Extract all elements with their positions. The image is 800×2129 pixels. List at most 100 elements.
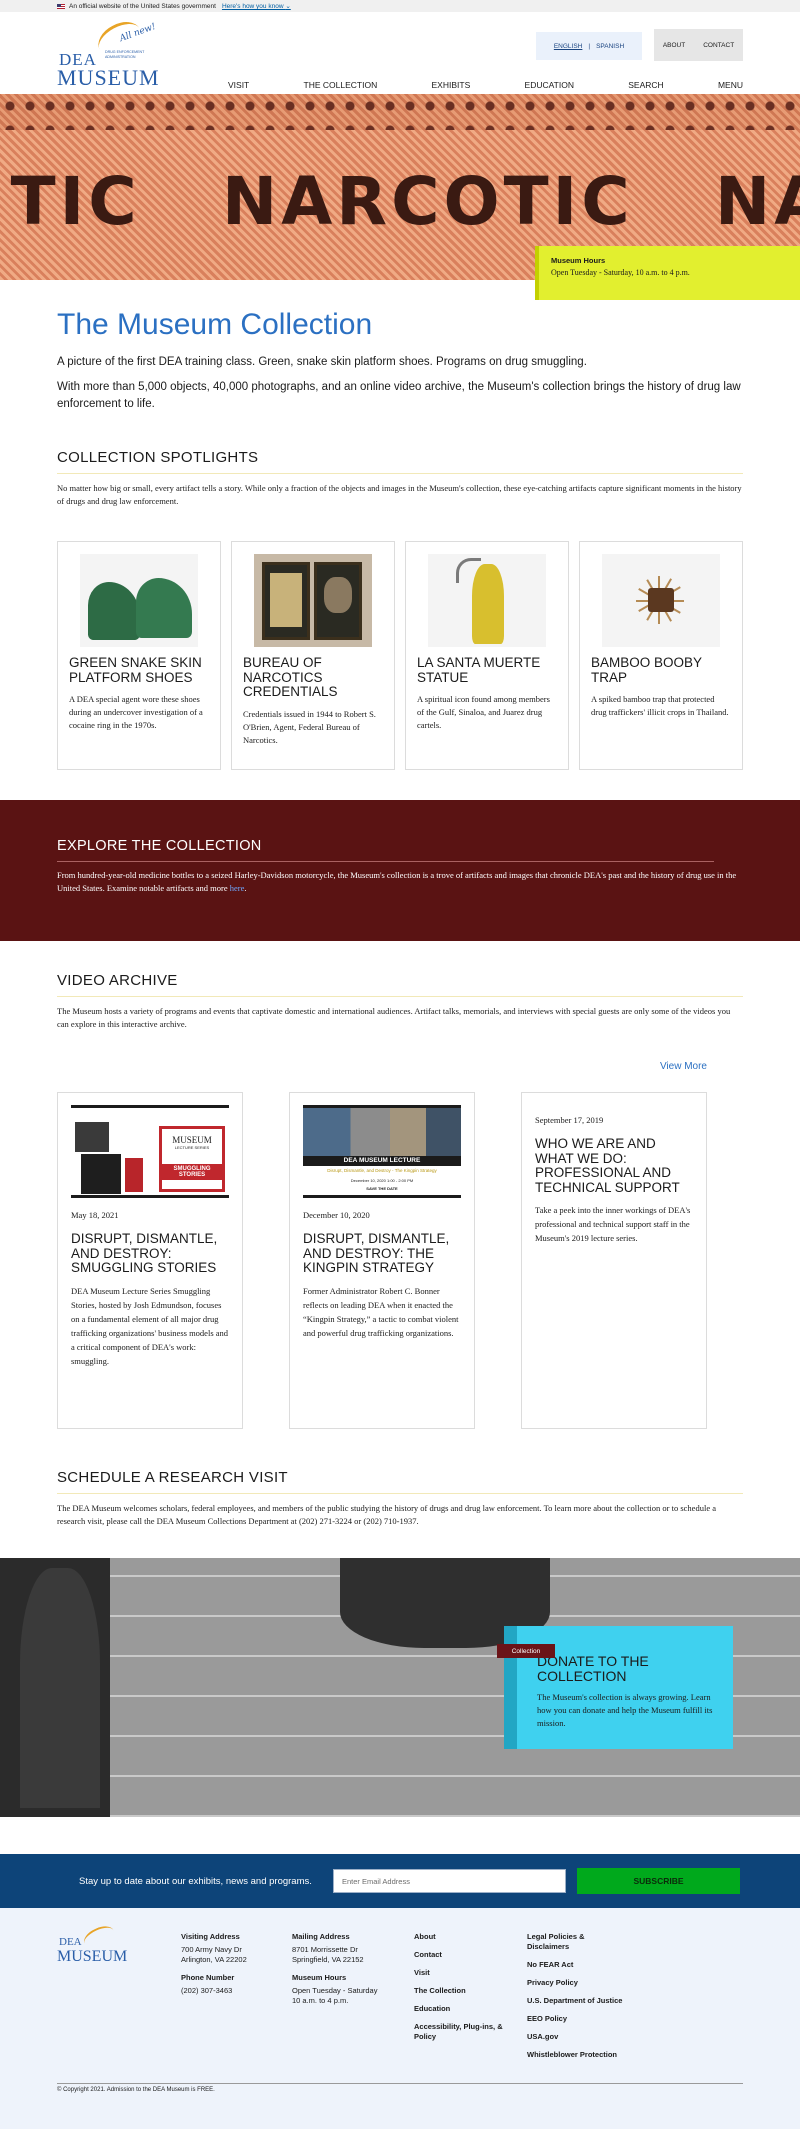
- visiting-line: 700 Army Navy Dr: [181, 1945, 242, 1954]
- spotlight-cards: GREEN SNAKE SKIN PLATFORM SHOES A DEA sp…: [57, 541, 743, 770]
- footer-link[interactable]: About: [414, 1932, 514, 1942]
- phone-label: Phone Number: [181, 1973, 235, 1982]
- spotlight-card[interactable]: BUREAU OF NARCOTICS CREDENTIALS Credenti…: [231, 541, 395, 770]
- video-desc: Take a peek into the inner workings of D…: [535, 1205, 691, 1243]
- research-visit-section: SCHEDULE A RESEARCH VISIT The DEA Museum…: [0, 1469, 800, 1528]
- gov-banner-text: An official website of the United States…: [69, 2, 216, 10]
- kingpin-strategy-thumbnail: DEA MUSEUM LECTURE Disrupt, Dismantle, a…: [303, 1105, 461, 1198]
- spotlight-desc: Credentials issued in 1944 to Robert S. …: [243, 708, 376, 745]
- video-desc: DEA Museum Lecture Series Smuggling Stor…: [71, 1285, 229, 1366]
- utility-nav: ABOUT CONTACT: [654, 29, 743, 61]
- intro-section: The Museum Collection A picture of the f…: [0, 308, 800, 413]
- bamboo-trap-image: [602, 554, 720, 647]
- footer-link[interactable]: Privacy Policy: [527, 1978, 627, 1988]
- spotlight-title: LA SANTA MUERTE STATUE: [417, 655, 541, 685]
- language-switcher: ENGLISH | SPANISH: [536, 32, 642, 60]
- spotlight-card[interactable]: LA SANTA MUERTE STATUE A spiritual icon …: [405, 541, 569, 770]
- mailing-line: Springfield, VA 22152: [292, 1955, 364, 1964]
- footer-link[interactable]: Whistleblower Protection: [527, 2050, 627, 2060]
- santa-muerte-statue-image: [428, 554, 546, 647]
- stamp-word: TIC: [10, 162, 141, 240]
- video-cards: MUSEUM LECTURE SERIES SMUGGLING STORIES …: [57, 1092, 707, 1429]
- video-card[interactable]: MUSEUM LECTURE SERIES SMUGGLING STORIES …: [57, 1092, 243, 1429]
- research-text: The DEA Museum welcomes scholars, federa…: [57, 1503, 716, 1526]
- newsletter-bar: Stay up to date about our exhibits, news…: [0, 1854, 800, 1908]
- mailing-line: 8701 Morrissette Dr: [292, 1945, 358, 1954]
- footer-link[interactable]: Legal Policies & Disclaimers: [527, 1932, 627, 1952]
- video-date: December 10, 2020: [303, 1210, 370, 1220]
- footer-link[interactable]: No FEAR Act: [527, 1960, 627, 1970]
- mailing-label: Mailing Address: [292, 1932, 350, 1941]
- visiting-address: Visiting Address 700 Army Navy Dr Arling…: [181, 1932, 247, 1996]
- footer-hours-line: 10 a.m. to 4 p.m.: [292, 1996, 349, 2005]
- footer-link[interactable]: Education: [414, 2004, 514, 2014]
- spotlight-title: BAMBOO BOOBY TRAP: [591, 655, 702, 685]
- museum-hours-title: Museum Hours: [551, 256, 606, 265]
- footer-logo[interactable]: DEA MUSEUM: [57, 1922, 137, 1976]
- footer-link[interactable]: Visit: [414, 1968, 514, 1978]
- footer-logo-museum: MUSEUM: [57, 1948, 128, 1965]
- phone-number[interactable]: (202) 307-3463: [181, 1986, 247, 1996]
- museum-hours-value: Open Tuesday - Saturday, 10 a.m. to 4 p.…: [551, 268, 690, 277]
- donate-text: The Museum's collection is always growin…: [537, 1692, 713, 1728]
- spotlight-desc: A spiked bamboo trap that protected drug…: [591, 694, 729, 717]
- contact-link[interactable]: CONTACT: [703, 42, 734, 49]
- email-field[interactable]: Enter Email Address: [333, 1869, 566, 1893]
- video-archive-section: VIDEO ARCHIVE The Museum hosts a variety…: [0, 972, 800, 1429]
- museum-hours-box: Museum Hours Open Tuesday - Saturday, 10…: [535, 246, 800, 300]
- footer-link[interactable]: EEO Policy: [527, 2014, 627, 2024]
- subscribe-button[interactable]: SUBSCRIBE: [577, 1868, 740, 1894]
- language-english-link[interactable]: ENGLISH: [554, 43, 583, 50]
- dea-museum-logo[interactable]: All new! DEA DRUG ENFORCEMENT ADMINISTRA…: [57, 15, 165, 92]
- spotlight-desc: A spiritual icon found among members of …: [417, 694, 550, 730]
- footer-hours-label: Museum Hours: [292, 1973, 347, 1982]
- site-header: All new! DEA DRUG ENFORCEMENT ADMINISTRA…: [0, 12, 800, 96]
- stamp-word: NA: [715, 162, 800, 240]
- footer-link[interactable]: Contact: [414, 1950, 514, 1960]
- collection-tag: Collection: [497, 1644, 555, 1658]
- language-spanish-link[interactable]: SPANISH: [596, 43, 624, 50]
- video-card[interactable]: September 17, 2019 WHO WE ARE AND WHAT W…: [521, 1092, 707, 1429]
- newsletter-text: Stay up to date about our exhibits, news…: [79, 1875, 312, 1887]
- green-shoes-image: [80, 554, 198, 647]
- spotlight-title: BUREAU OF NARCOTICS CREDENTIALS: [243, 655, 338, 699]
- spotlights-text: No matter how big or small, every artifa…: [57, 483, 742, 506]
- video-text: The Museum hosts a variety of programs a…: [57, 1006, 731, 1029]
- spotlight-card[interactable]: GREEN SNAKE SKIN PLATFORM SHOES A DEA sp…: [57, 541, 221, 770]
- footer-link[interactable]: USA.gov: [527, 2032, 627, 2042]
- language-separator: |: [588, 42, 591, 50]
- collection-spotlights-section: COLLECTION SPOTLIGHTS No matter how big …: [0, 449, 800, 770]
- footer-link[interactable]: U.S. Department of Justice: [527, 1996, 627, 2006]
- video-title: DISRUPT, DISMANTLE, AND DESTROY: THE KIN…: [303, 1231, 450, 1275]
- footer-links-secondary: Legal Policies & Disclaimers No FEAR Act…: [527, 1932, 627, 2068]
- view-more-link[interactable]: View More: [57, 1061, 707, 1072]
- footer-links-primary: About Contact Visit The Collection Educa…: [414, 1932, 514, 2050]
- visiting-label: Visiting Address: [181, 1932, 240, 1941]
- smuggling-stories-thumbnail: MUSEUM LECTURE SERIES SMUGGLING STORIES: [71, 1105, 229, 1198]
- mailing-address: Mailing Address 8701 Morrissette Dr Spri…: [292, 1932, 377, 2006]
- video-title: WHO WE ARE AND WHAT WE DO: PROFESSIONAL …: [535, 1136, 680, 1195]
- donate-title: DONATE TO THE COLLECTION: [537, 1653, 649, 1684]
- video-date: May 18, 2021: [71, 1210, 119, 1220]
- video-date: September 17, 2019: [535, 1115, 604, 1125]
- about-link[interactable]: ABOUT: [663, 42, 685, 49]
- video-desc: Former Administrator Robert C. Bonner re…: [303, 1285, 459, 1338]
- spotlight-title: GREEN SNAKE SKIN PLATFORM SHOES: [69, 655, 202, 685]
- heres-how-you-know-link[interactable]: Here's how you know ⌄: [222, 2, 291, 10]
- footer-link[interactable]: The Collection: [414, 1986, 514, 1996]
- gov-banner: An official website of the United States…: [0, 0, 800, 12]
- stamp-word: NARCOTIC: [221, 162, 634, 240]
- intro-lead: A picture of the first DEA training clas…: [57, 356, 587, 368]
- credentials-image: [254, 554, 372, 647]
- spotlights-heading: COLLECTION SPOTLIGHTS: [57, 449, 743, 474]
- video-card[interactable]: DEA MUSEUM LECTURE Disrupt, Dismantle, a…: [289, 1092, 475, 1429]
- logo-museum: MUSEUM: [57, 65, 160, 90]
- explore-text: From hundred-year-old medicine bottles t…: [57, 870, 737, 893]
- video-heading: VIDEO ARCHIVE: [57, 972, 743, 997]
- visiting-line: Arlington, VA 22202: [181, 1955, 247, 1964]
- explore-here-link[interactable]: here: [230, 883, 245, 893]
- us-flag-icon: [57, 3, 65, 9]
- footer-link[interactable]: Accessibility, Plug-ins, & Policy: [414, 2022, 514, 2042]
- chevron-down-icon: ⌄: [285, 3, 291, 10]
- spotlight-card[interactable]: BAMBOO BOOBY TRAP A spiked bamboo trap t…: [579, 541, 743, 770]
